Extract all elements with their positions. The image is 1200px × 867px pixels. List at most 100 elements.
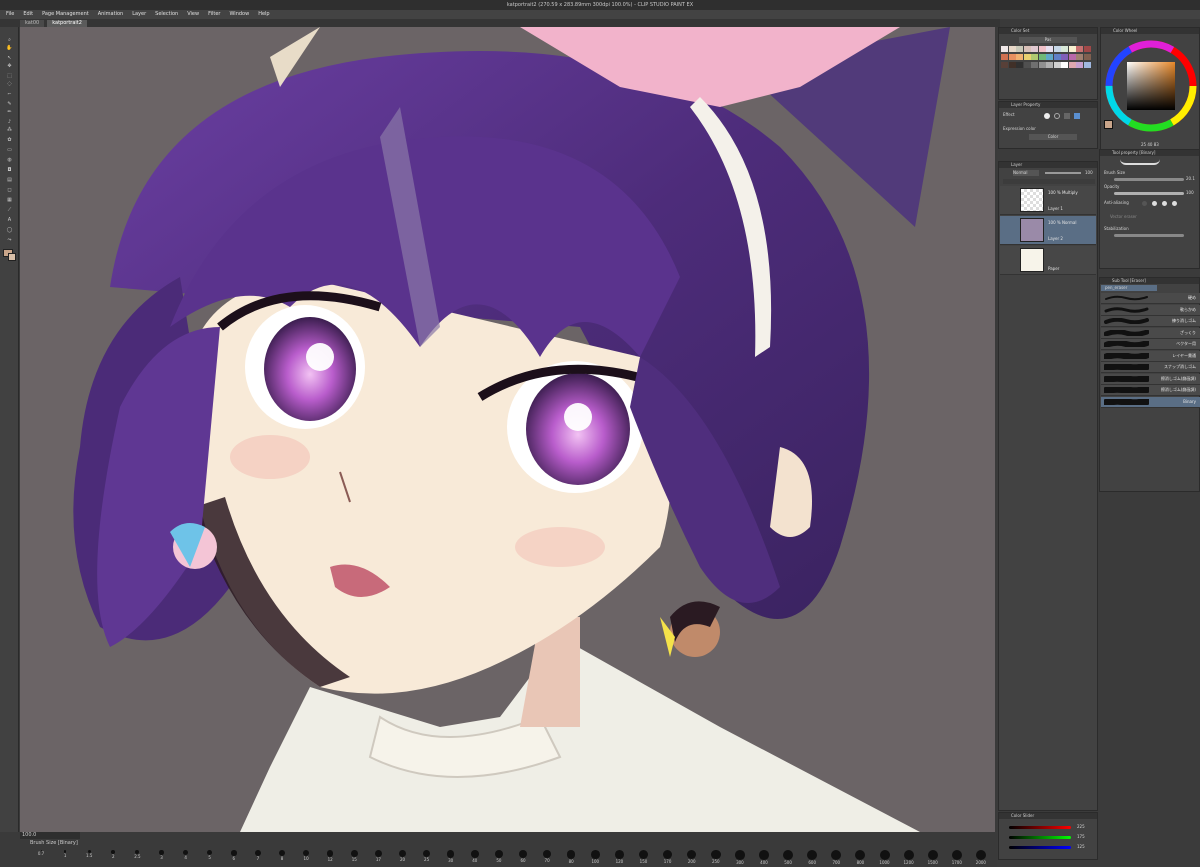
aa-none-icon[interactable] bbox=[1142, 201, 1147, 206]
color-wheel[interactable] bbox=[1103, 36, 1199, 136]
menu-file[interactable]: File bbox=[6, 10, 14, 19]
color-swatch[interactable] bbox=[1076, 54, 1083, 60]
color-swatch[interactable] bbox=[1008, 46, 1016, 52]
layer-row[interactable]: 100 % Multiply Layer 1 bbox=[1000, 186, 1096, 215]
brush-size-option[interactable]: 1 bbox=[54, 850, 76, 866]
brush-size-option[interactable]: 100 bbox=[584, 850, 606, 866]
color-swatch[interactable] bbox=[1001, 46, 1008, 52]
brush-size-option[interactable]: 8 bbox=[271, 850, 293, 866]
brush-size-option[interactable]: 600 bbox=[801, 850, 823, 866]
sub-tool-item[interactable]: 練り消しゴム bbox=[1101, 316, 1200, 327]
drawing-canvas[interactable] bbox=[20, 27, 995, 832]
brush-size-option[interactable]: 1500 bbox=[922, 850, 944, 866]
decoration-icon[interactable]: ✿ bbox=[5, 137, 14, 143]
sub-tool-item[interactable]: スナップ消しゴム bbox=[1101, 362, 1200, 373]
operation-tool-icon[interactable]: ↖ bbox=[5, 55, 14, 61]
color-swatch[interactable] bbox=[1083, 62, 1091, 68]
vector-eraser-label[interactable]: Vector eraser bbox=[1110, 214, 1195, 220]
menu-layer[interactable]: Layer bbox=[132, 10, 146, 19]
color-swatch[interactable] bbox=[1023, 62, 1031, 68]
color-swatch[interactable] bbox=[1038, 46, 1046, 52]
color-swatch[interactable] bbox=[1046, 54, 1053, 60]
color-swatch[interactable] bbox=[1053, 54, 1061, 60]
brush-size-option[interactable]: 500 bbox=[777, 850, 799, 866]
color-swatch[interactable] bbox=[1031, 46, 1038, 52]
brush-size-option[interactable]: 15 bbox=[343, 850, 365, 866]
expression-color-dropdown[interactable]: Color bbox=[1029, 134, 1077, 140]
brush-size-option[interactable]: 4 bbox=[175, 850, 197, 866]
menu-view[interactable]: View bbox=[187, 10, 199, 19]
brush-size-option[interactable]: 150 bbox=[633, 850, 655, 866]
brush-size-option[interactable]: 1700 bbox=[946, 850, 968, 866]
brush-size-option[interactable]: 1.5 bbox=[78, 850, 100, 866]
brush-size-option[interactable]: 700 bbox=[825, 850, 847, 866]
brush-size-option[interactable]: 1000 bbox=[874, 850, 896, 866]
aa-medium-icon[interactable] bbox=[1162, 201, 1167, 206]
brush-size-option[interactable]: 10 bbox=[295, 850, 317, 866]
airbrush-icon[interactable]: ⁂ bbox=[5, 127, 14, 133]
current-color-swatch[interactable] bbox=[1104, 120, 1113, 129]
balloon-tool-icon[interactable]: ◯ bbox=[5, 227, 14, 233]
brush-size-option[interactable]: 25 bbox=[416, 850, 438, 866]
blend-tool-icon[interactable]: ◍ bbox=[5, 157, 14, 163]
hand-tool-icon[interactable]: ✋ bbox=[5, 45, 14, 51]
color-swatch[interactable] bbox=[1061, 54, 1068, 60]
brush-size-option[interactable]: 17 bbox=[367, 850, 389, 866]
brush-size-option[interactable]: 20 bbox=[392, 850, 414, 866]
brush-size-option[interactable]: 170 bbox=[657, 850, 679, 866]
brush-size-option[interactable]: 120 bbox=[608, 850, 630, 866]
color-swatch[interactable] bbox=[1076, 62, 1083, 68]
move-layer-icon[interactable]: ✥ bbox=[5, 63, 14, 69]
brush-size-option[interactable]: 12 bbox=[319, 850, 341, 866]
brush-size-option[interactable]: 300 bbox=[729, 850, 751, 866]
color-swatch[interactable] bbox=[1031, 54, 1038, 60]
sub-color-swatch[interactable] bbox=[8, 253, 16, 261]
brush-size-option[interactable]: 2000 bbox=[970, 850, 992, 866]
tab-kat00[interactable]: kat00 bbox=[20, 20, 45, 27]
menu-edit[interactable]: Edit bbox=[23, 10, 33, 19]
brush-size-option[interactable]: 40 bbox=[464, 850, 486, 866]
sub-tool-item[interactable]: Binary bbox=[1101, 396, 1200, 408]
correct-line-icon[interactable]: ⤳ bbox=[5, 237, 14, 243]
sub-tool-item[interactable]: 擦消しゴム(劇画調) bbox=[1101, 385, 1200, 396]
selection-tool-icon[interactable]: ⬚ bbox=[5, 73, 14, 79]
brush-size-slider[interactable] bbox=[1114, 178, 1184, 181]
effect-layer-color-icon[interactable] bbox=[1074, 113, 1080, 119]
brush-size-option[interactable]: 70 bbox=[536, 850, 558, 866]
gradient-tool-icon[interactable]: ▤ bbox=[5, 177, 14, 183]
sub-tool-item[interactable]: ベクター用 bbox=[1101, 339, 1200, 350]
text-tool-icon[interactable]: A bbox=[5, 217, 14, 223]
layer-toolbar[interactable] bbox=[1003, 179, 1095, 184]
layer-opacity-slider[interactable] bbox=[1045, 172, 1081, 174]
menu-selection[interactable]: Selection bbox=[155, 10, 178, 19]
layer-row[interactable]: 100 % Normal Layer 2 bbox=[1000, 216, 1096, 245]
sub-tool-item[interactable]: 軟らかめ bbox=[1101, 304, 1200, 316]
color-swatch[interactable] bbox=[1023, 54, 1031, 60]
brush-size-option[interactable]: 800 bbox=[849, 850, 871, 866]
tab-katportrait2[interactable]: katportrait2 bbox=[47, 20, 87, 27]
fill-tool-icon[interactable]: ◘ bbox=[5, 167, 14, 173]
eyedropper-icon[interactable]: ⌐ bbox=[5, 91, 14, 97]
menu-filter[interactable]: Filter bbox=[208, 10, 220, 19]
brush-size-option[interactable]: 200 bbox=[681, 850, 703, 866]
color-swatch[interactable] bbox=[1008, 54, 1016, 60]
menu-animation[interactable]: Animation bbox=[98, 10, 124, 19]
color-swatch[interactable] bbox=[1016, 46, 1023, 52]
color-swatch[interactable] bbox=[1068, 54, 1076, 60]
brush-size-option[interactable]: 5 bbox=[199, 850, 221, 866]
brush-tool-icon[interactable]: ♪ bbox=[5, 119, 14, 125]
green-slider[interactable] bbox=[1009, 836, 1071, 839]
ruler-tool-icon[interactable]: ⟋ bbox=[5, 207, 14, 213]
red-slider[interactable] bbox=[1009, 826, 1071, 829]
eraser-tool-icon[interactable]: ▭ bbox=[5, 147, 14, 153]
color-swatch[interactable] bbox=[1031, 62, 1038, 68]
blend-mode-dropdown[interactable]: Normal bbox=[1013, 170, 1039, 176]
brush-size-option[interactable]: 2 bbox=[102, 850, 124, 866]
opacity-slider[interactable] bbox=[1114, 192, 1184, 195]
brush-size-option[interactable]: 30 bbox=[440, 850, 462, 866]
color-swatch[interactable] bbox=[1061, 46, 1068, 52]
sub-tool-item[interactable]: レイヤー貫通 bbox=[1101, 350, 1200, 362]
menu-window[interactable]: Window bbox=[229, 10, 249, 19]
sub-tool-item[interactable]: 硬め bbox=[1101, 293, 1200, 304]
sub-tool-item[interactable]: 擦消しゴム(劇画調) bbox=[1101, 373, 1200, 385]
